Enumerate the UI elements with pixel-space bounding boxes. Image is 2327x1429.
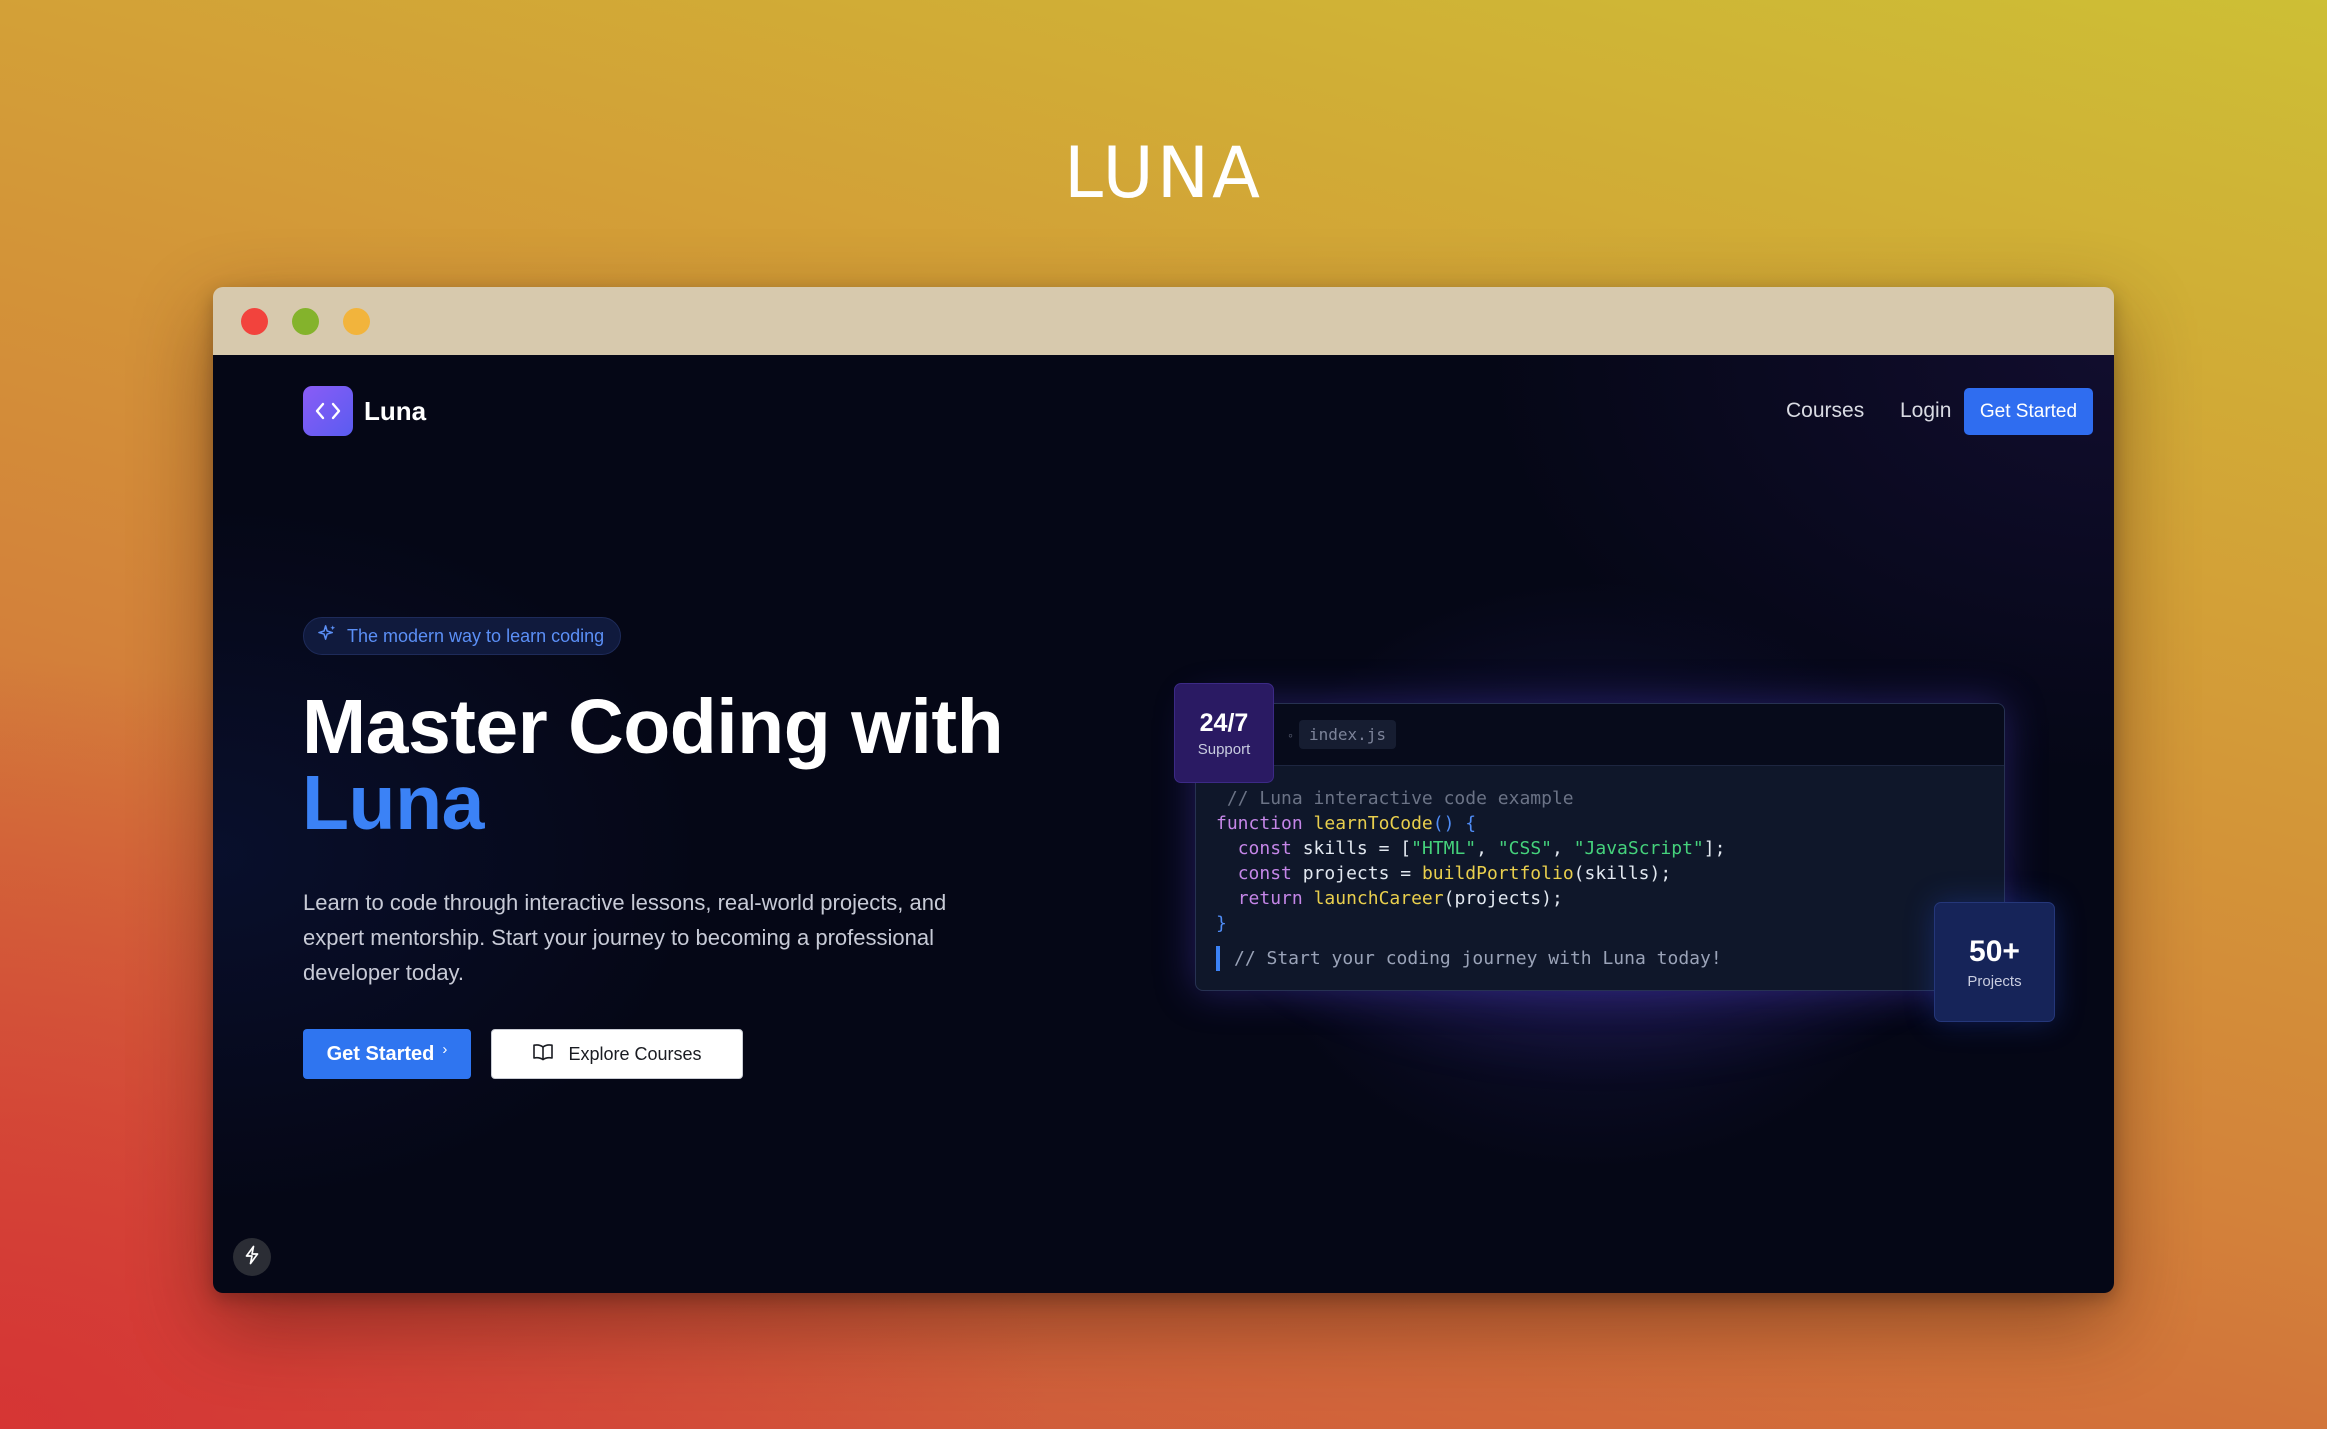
text-cursor <box>1216 946 1220 971</box>
showcase-background: LUNA Luna Courses Login Get Started The … <box>0 0 2327 1429</box>
code-content: // Luna interactive code example function… <box>1196 766 2004 936</box>
file-icon: ◦ <box>1288 726 1293 743</box>
close-window-button[interactable] <box>241 307 268 335</box>
projects-stat-card: 50+ Projects <box>1934 902 2055 1022</box>
nav-link-login[interactable]: Login <box>1900 399 1951 423</box>
open-book-icon <box>532 1043 554 1066</box>
sparkles-icon <box>318 624 337 648</box>
minimize-window-button[interactable] <box>343 307 370 335</box>
code-line-1: // Luna interactive code example <box>1226 788 1574 809</box>
code-comment-bottom: // Start your coding journey with Luna t… <box>1234 948 1722 969</box>
code-line-6: } <box>1216 913 1227 934</box>
code-editor-header: ◦ index.js <box>1196 704 2004 766</box>
code-line-3: const skills = ["HTML", "CSS", "JavaScri… <box>1237 838 1726 859</box>
code-line-4: const projects = buildPortfolio(skills); <box>1237 863 1672 884</box>
file-tab[interactable]: index.js <box>1298 720 1397 749</box>
brand-logo[interactable]: Luna <box>303 386 426 436</box>
code-line-5: return launchCareer(projects); <box>1237 888 1563 909</box>
brand-name: Luna <box>364 395 427 426</box>
projects-stat-value: 50+ <box>1969 934 2020 968</box>
showcase-title: LUNA <box>1064 132 1263 214</box>
hero-headline: Master Coding with Luna <box>302 689 1004 846</box>
hero-headline-line1: Master Coding with <box>302 684 1004 770</box>
explore-courses-button[interactable]: Explore Courses <box>491 1029 743 1079</box>
maximize-window-button[interactable] <box>292 307 319 335</box>
support-stat-label: Support <box>1197 740 1251 758</box>
hero-description: Learn to code through interactive lesson… <box>303 890 947 985</box>
bolt-button[interactable] <box>233 1238 271 1276</box>
nav-get-started-button[interactable]: Get Started <box>1964 388 2093 435</box>
chevron-right-icon: › <box>442 1040 448 1058</box>
projects-stat-label: Projects <box>1967 972 2022 990</box>
explore-courses-label: Explore Courses <box>568 1043 702 1064</box>
code-line-2: function learnToCode() { <box>1216 813 1477 834</box>
hero-badge-text: The modern way to learn coding <box>347 625 605 646</box>
support-stat-card: 24/7 Support <box>1174 683 1274 783</box>
window-titlebar <box>213 287 2114 355</box>
nav-link-courses[interactable]: Courses <box>1786 399 1864 423</box>
landing-page: Luna Courses Login Get Started The moder… <box>213 355 2114 1293</box>
lightning-bolt-icon <box>243 1245 261 1270</box>
browser-window: Luna Courses Login Get Started The moder… <box>213 287 2114 1293</box>
hero-get-started-button[interactable]: Get Started › <box>303 1029 471 1079</box>
hero-headline-accent: Luna <box>302 760 484 846</box>
code-editor-card: ◦ index.js // Luna interactive code exam… <box>1195 703 2005 991</box>
hero-badge: The modern way to learn coding <box>303 617 622 655</box>
support-stat-value: 24/7 <box>1199 708 1249 737</box>
code-line-7: // Start your coding journey with Luna t… <box>1196 946 2004 971</box>
hero-get-started-label: Get Started <box>326 1042 435 1065</box>
code-brackets-icon <box>303 386 353 436</box>
